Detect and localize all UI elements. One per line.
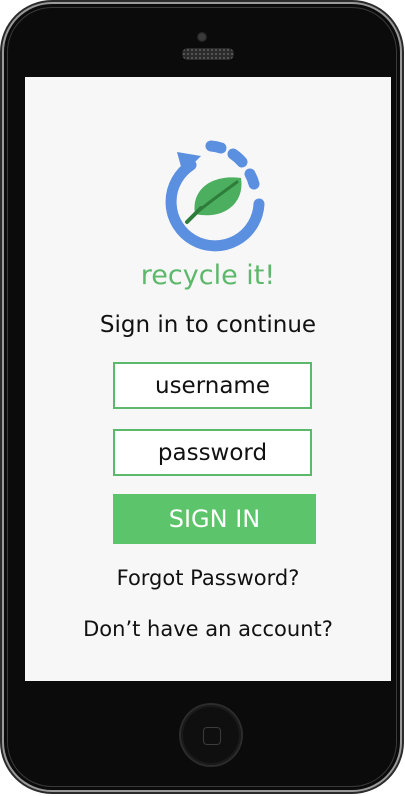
sign-up-link[interactable]: Don’t have an account? [25, 617, 391, 641]
username-input[interactable] [113, 362, 312, 409]
speaker-icon [182, 48, 234, 60]
sign-in-button[interactable]: SIGN IN [113, 494, 316, 544]
password-input[interactable] [113, 429, 312, 476]
home-square-icon [203, 727, 221, 745]
home-button-icon[interactable] [181, 705, 241, 765]
forgot-password-link[interactable]: Forgot Password? [25, 566, 391, 590]
phone-frame: recycle it! Sign in to continue SIGN IN … [4, 4, 400, 790]
signin-subtitle: Sign in to continue [99, 312, 317, 338]
recycle-leaf-icon [165, 140, 265, 252]
camera-icon [197, 32, 207, 42]
app-title: recycle it! [140, 260, 276, 291]
app-screen: recycle it! Sign in to continue SIGN IN … [25, 77, 391, 681]
